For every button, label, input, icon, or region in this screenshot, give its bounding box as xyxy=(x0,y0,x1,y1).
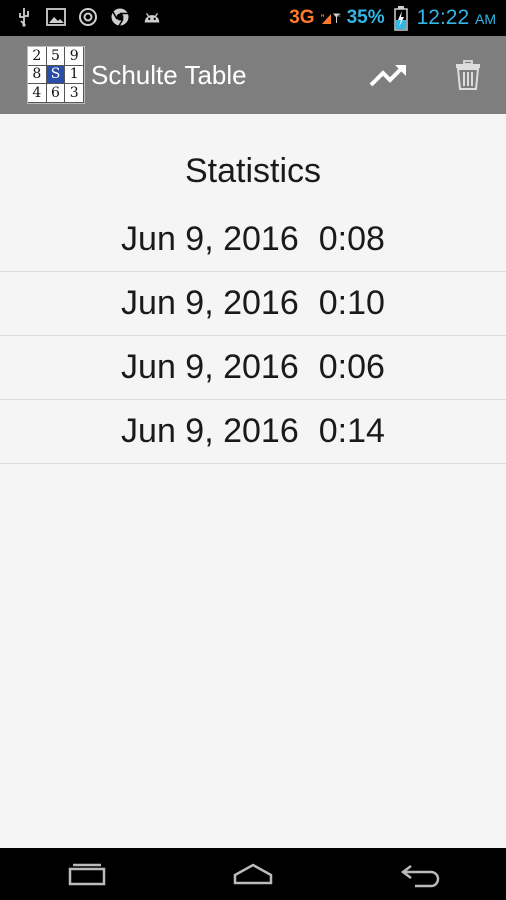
chrome-icon xyxy=(110,7,130,27)
recent-apps-button[interactable] xyxy=(62,856,112,892)
svg-text:2: 2 xyxy=(338,13,341,18)
app-title: Schulte Table xyxy=(91,60,247,90)
logo-cell: 6 xyxy=(46,84,66,103)
network-type: 3G xyxy=(289,7,315,28)
logo-cell: 3 xyxy=(65,84,84,103)
app-logo: 2 5 9 8 S 1 4 6 3 xyxy=(27,46,85,104)
chart-icon xyxy=(369,65,406,87)
delete-button[interactable] xyxy=(448,58,488,92)
android-icon xyxy=(142,7,162,27)
logo-cell: 4 xyxy=(28,84,47,103)
list-item[interactable]: Jun 9, 2016 0:08 xyxy=(0,208,506,272)
back-icon xyxy=(400,865,440,888)
logo-cell: 2 xyxy=(28,47,47,66)
list-item[interactable]: Jun 9, 2016 0:06 xyxy=(0,336,506,400)
action-bar: 2 5 9 8 S 1 4 6 3 Schulte Table xyxy=(0,36,506,114)
list-item[interactable]: Jun 9, 2016 0:10 xyxy=(0,272,506,336)
image-icon xyxy=(46,7,66,27)
logo-cell: 8 xyxy=(28,65,47,85)
result-time: 0:08 xyxy=(318,220,385,258)
logo-cell-highlight: S xyxy=(46,65,66,85)
result-time: 0:14 xyxy=(318,412,385,450)
clock: 12:22 AM xyxy=(416,6,496,29)
chart-button[interactable] xyxy=(369,58,409,92)
list-item[interactable]: Jun 9, 2016 0:14 xyxy=(0,400,506,464)
logo-cell: 5 xyxy=(46,47,66,66)
signal-icon: H 2 xyxy=(321,8,341,28)
result-date: Jun 9, 2016 xyxy=(121,412,299,450)
battery-icon xyxy=(391,6,411,31)
statistics-list: Jun 9, 2016 0:08 Jun 9, 2016 0:10 Jun 9,… xyxy=(0,208,506,464)
trash-icon xyxy=(456,60,480,90)
home-icon xyxy=(233,863,273,885)
home-button[interactable] xyxy=(228,856,278,892)
battery-percent: 35% xyxy=(346,7,385,28)
result-date: Jun 9, 2016 xyxy=(121,348,299,386)
svg-text:H: H xyxy=(321,13,324,18)
status-bar: 3G H 2 35% 12:22 AM xyxy=(0,0,506,36)
result-time: 0:06 xyxy=(318,348,385,386)
at-icon xyxy=(78,7,98,27)
result-date: Jun 9, 2016 xyxy=(121,284,299,322)
back-button[interactable] xyxy=(396,856,446,892)
logo-cell: 9 xyxy=(65,47,84,66)
usb-icon xyxy=(14,7,34,27)
result-date: Jun 9, 2016 xyxy=(121,220,299,258)
navigation-bar xyxy=(0,848,506,900)
statistics-heading: Statistics xyxy=(184,152,322,190)
result-time: 0:10 xyxy=(318,284,385,322)
recent-apps-icon xyxy=(68,863,106,886)
logo-cell: 1 xyxy=(65,65,84,85)
